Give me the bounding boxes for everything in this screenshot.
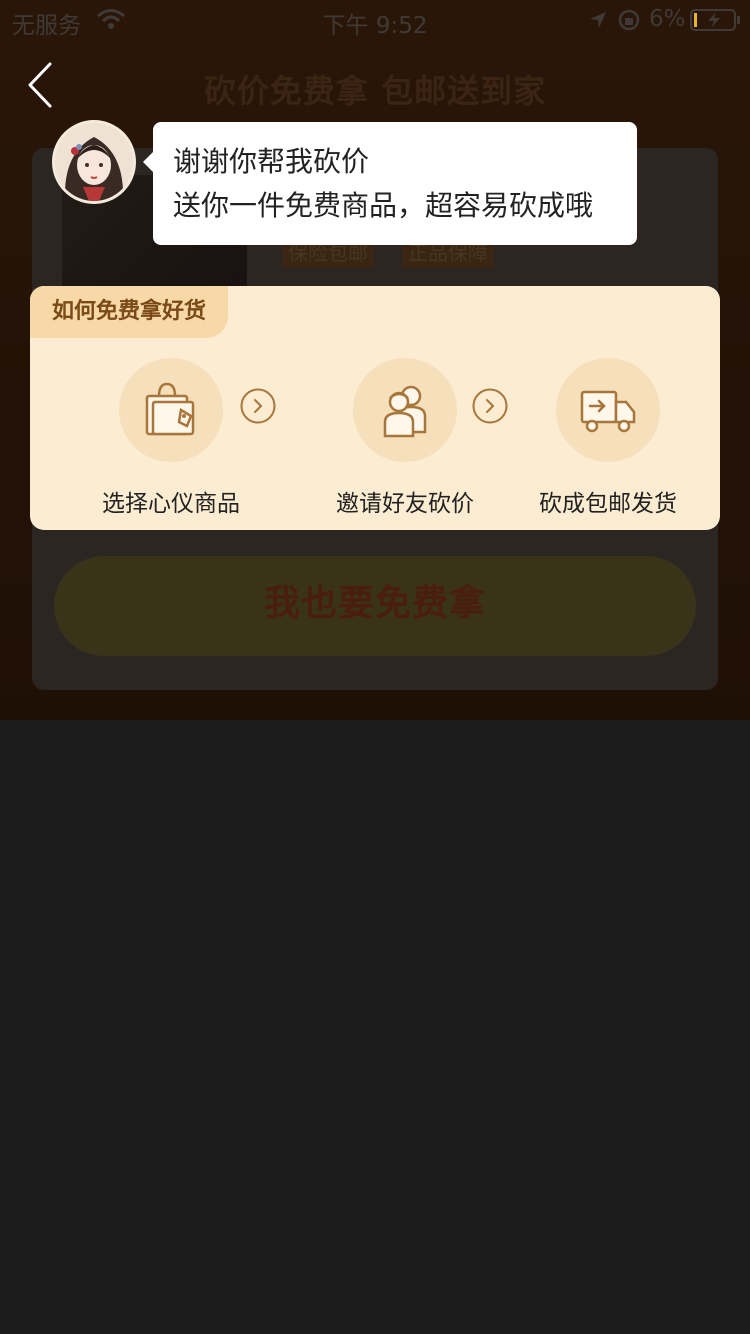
bubble-line-2: 送你一件免费商品，超容易砍成哦 (173, 189, 594, 222)
step-select-product: 选择心仪商品 (61, 358, 281, 518)
location-icon (590, 12, 606, 28)
how-to-panel: 如何免费拿好货 选择心仪商品 邀请好友砍价 砍成包邮发货 (30, 286, 720, 530)
bubble-line-1: 谢谢你帮我砍价 (173, 145, 370, 178)
speech-bubble: 谢谢你帮我砍价 送你一件免费商品，超容易砍成哦 (143, 122, 637, 245)
status-bar: 无服务 下午 9:52 6% (0, 0, 750, 40)
chevron-right-icon (240, 388, 276, 424)
shopping-bag-icon (145, 382, 195, 436)
avatar-illustration-icon (55, 123, 133, 201)
orientation-lock-icon (618, 9, 640, 31)
step-invite-friends: 邀请好友砍价 (295, 358, 515, 518)
step-label: 砍成包邮发货 (539, 491, 677, 517)
friends-icon (383, 385, 427, 438)
step-circle (353, 358, 457, 462)
battery-percent: 6% (649, 6, 686, 32)
step-circle (119, 358, 223, 462)
get-free-button[interactable]: 我也要免费拿 (54, 556, 696, 656)
how-to-title: 如何免费拿好货 (30, 286, 229, 338)
step-circle (556, 358, 660, 462)
step-label: 选择心仪商品 (102, 491, 240, 517)
page-title: 砍价免费拿 包邮送到家 (203, 72, 547, 110)
battery-icon (690, 9, 740, 31)
step-ship-free: 砍成包邮发货 (498, 358, 718, 518)
delivery-truck-icon (580, 390, 636, 433)
avatar (52, 120, 136, 204)
step-label: 邀请好友砍价 (336, 491, 474, 517)
